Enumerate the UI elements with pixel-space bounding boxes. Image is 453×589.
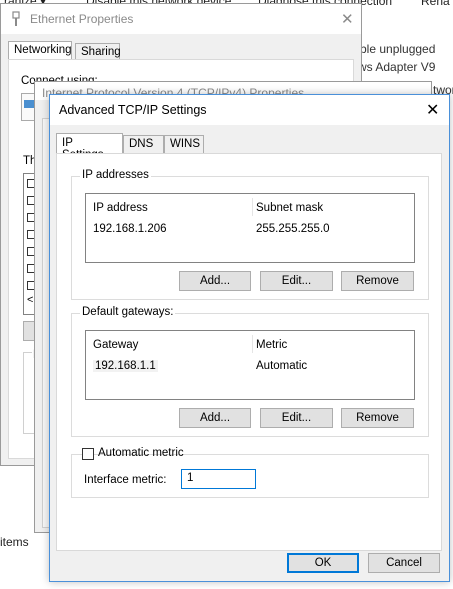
edit-gateway-button[interactable]: Edit... xyxy=(260,408,333,428)
gateways-list[interactable]: Gateway Metric 192.168.1.1 Automatic xyxy=(85,330,415,400)
column-header-subnet-mask[interactable]: Subnet mask xyxy=(256,202,323,214)
cancel-button[interactable]: Cancel xyxy=(368,553,440,573)
column-header-ip-address[interactable]: IP address xyxy=(93,202,148,214)
table-row[interactable]: 192.168.1.1 Automatic xyxy=(87,358,413,374)
ok-button[interactable]: OK xyxy=(287,553,359,573)
column-divider[interactable] xyxy=(252,335,253,353)
column-header-metric[interactable]: Metric xyxy=(256,339,287,351)
tab-ip-settings[interactable]: IP Settings xyxy=(56,133,123,161)
ip-addresses-group: IP addresses IP address Subnet mask 192.… xyxy=(71,169,429,300)
advanced-title-bar[interactable]: Advanced TCP/IP Settings ✕ xyxy=(50,95,449,125)
interface-metric-label: Interface metric: xyxy=(84,474,167,486)
default-gateways-label: Default gateways: xyxy=(80,306,176,318)
column-divider[interactable] xyxy=(252,198,253,216)
tab-dns[interactable]: DNS xyxy=(123,135,164,154)
add-gateway-button[interactable]: Add... xyxy=(179,408,251,428)
ip-settings-panel: IP addresses IP address Subnet mask 192.… xyxy=(56,153,442,551)
network-adapter-icon xyxy=(11,11,21,30)
edit-ip-button[interactable]: Edit... xyxy=(260,271,333,291)
automatic-metric-header: Automatic metric xyxy=(82,447,184,461)
tab-wins[interactable]: WINS xyxy=(164,135,204,154)
close-icon[interactable]: ✕ xyxy=(341,10,354,28)
advanced-tcpip-dialog: Advanced TCP/IP Settings ✕ IP Settings D… xyxy=(49,94,450,582)
tab-networking[interactable]: Networking xyxy=(8,41,72,60)
interface-metric-input[interactable]: 1 xyxy=(181,469,256,489)
remove-ip-button[interactable]: Remove xyxy=(341,271,414,291)
ethernet-window-title: Ethernet Properties xyxy=(30,12,134,26)
rename-command[interactable]: Rena xyxy=(421,0,450,8)
advanced-dialog-title: Advanced TCP/IP Settings xyxy=(59,103,207,117)
adapter-status-text: ble unplugged xyxy=(360,42,436,56)
ip-addresses-list[interactable]: IP address Subnet mask 192.168.1.206 255… xyxy=(85,193,415,263)
items-count: items xyxy=(0,535,29,549)
gateway-cell: 192.168.1.1 xyxy=(93,360,158,372)
adapter-icon xyxy=(24,100,34,108)
automatic-metric-group: Automatic metric Interface metric: 1 xyxy=(71,447,429,498)
remove-gateway-button[interactable]: Remove xyxy=(341,408,414,428)
automatic-metric-label[interactable]: Automatic metric xyxy=(98,447,184,459)
tab-sharing[interactable]: Sharing xyxy=(75,43,121,60)
automatic-metric-checkbox[interactable] xyxy=(82,448,94,460)
ethernet-title-bar[interactable]: Ethernet Properties ✕ xyxy=(1,4,361,34)
subnet-mask-cell: 255.255.255.0 xyxy=(256,223,330,235)
ip-address-cell: 192.168.1.206 xyxy=(93,223,167,235)
column-header-gateway[interactable]: Gateway xyxy=(93,339,138,351)
close-icon[interactable]: ✕ xyxy=(426,100,439,120)
adapter-name-text: ws Adapter V9 xyxy=(358,60,436,74)
default-gateways-group: Default gateways: Gateway Metric 192.168… xyxy=(71,306,429,437)
table-row[interactable]: 192.168.1.206 255.255.255.0 xyxy=(87,221,413,237)
ip-addresses-label: IP addresses xyxy=(80,169,151,181)
scroll-left-arrow[interactable]: < xyxy=(27,294,33,306)
add-ip-button[interactable]: Add... xyxy=(179,271,251,291)
metric-cell: Automatic xyxy=(256,360,308,372)
